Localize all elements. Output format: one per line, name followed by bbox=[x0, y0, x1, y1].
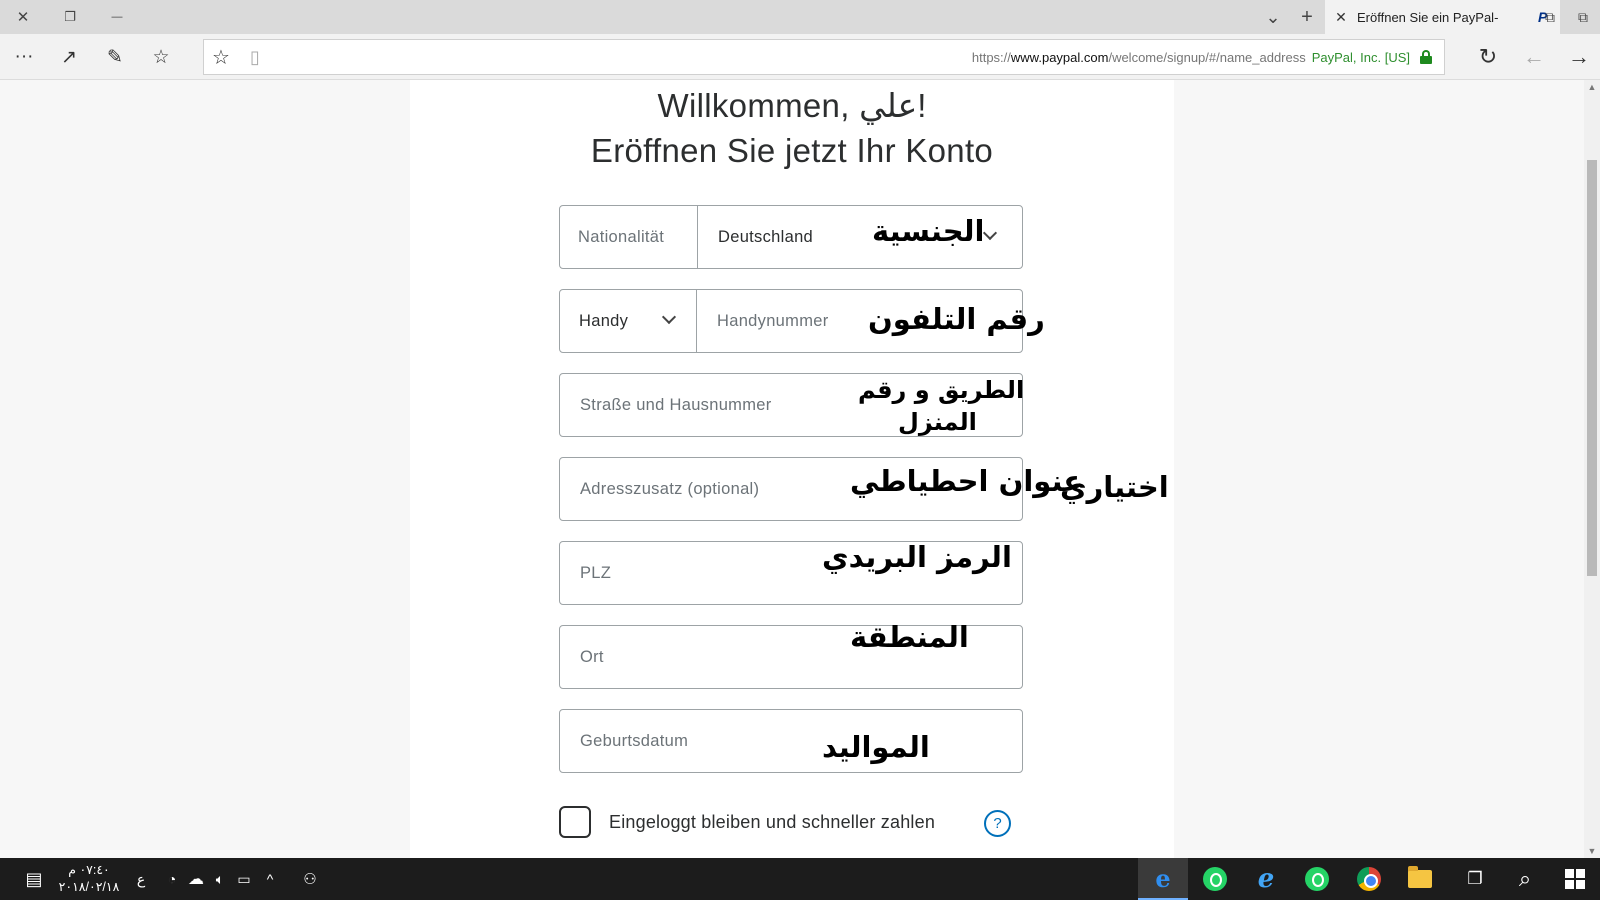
street-annotation-line2: المنزل bbox=[898, 408, 977, 436]
minimize-icon[interactable]: — bbox=[100, 0, 134, 34]
navigation-bar: ··· ↗ ✎ ☆ ☆ ▯ https://www.paypal.com/wel… bbox=[0, 34, 1600, 80]
phone-number-input[interactable]: Handynummer bbox=[717, 290, 829, 352]
chevron-down-icon bbox=[661, 309, 677, 325]
close-window-icon[interactable]: ✕ bbox=[6, 0, 40, 34]
address-extra-input[interactable]: Adresszusatz (optional) عنوان احطياطي bbox=[559, 457, 1083, 521]
help-icon[interactable]: ? bbox=[984, 810, 1011, 837]
phone-annotation: رقم التلفون bbox=[868, 302, 1045, 336]
onedrive-icon[interactable]: ☁ bbox=[184, 858, 208, 900]
phone-type-value: Handy bbox=[579, 312, 629, 330]
city-placeholder: Ort bbox=[580, 648, 604, 666]
nationality-value: Deutschland bbox=[718, 228, 814, 246]
volume-icon[interactable]: 🔈︎ bbox=[208, 858, 232, 900]
phone-field: Handy Handynummer رقم التلفون bbox=[559, 289, 1045, 353]
street-annotation-line1: الطريق و رقم bbox=[858, 376, 1025, 404]
city-annotation: المنطقة bbox=[850, 620, 969, 654]
tab-bar: ✕ ❐ — ⌄ + ✕ Eröffnen Sie ein PayPal- P ⧉… bbox=[0, 0, 1600, 34]
page-viewport: Willkommen, علي! Eröffnen Sie jetzt Ihr … bbox=[0, 80, 1584, 858]
tab-close-icon[interactable]: ✕ bbox=[1325, 9, 1357, 26]
wifi-icon[interactable]: ◔ bbox=[160, 858, 184, 900]
search-icon[interactable]: ⌕ bbox=[1502, 858, 1548, 900]
welcome-heading: Willkommen, علي! bbox=[657, 87, 927, 124]
reading-view-icon[interactable]: ▯ bbox=[238, 47, 272, 68]
tab-paypal[interactable]: ✕ Eröffnen Sie ein PayPal- P bbox=[1325, 0, 1560, 34]
address-bar[interactable]: ☆ ▯ https://www.paypal.com/welcome/signu… bbox=[203, 39, 1445, 75]
city-input[interactable]: Ort المنطقة bbox=[559, 620, 1023, 689]
lock-icon[interactable] bbox=[1420, 50, 1432, 64]
new-tab-icon[interactable]: + bbox=[1290, 0, 1324, 34]
phone-type-select[interactable]: Handy bbox=[560, 290, 697, 352]
remember-me-label[interactable]: Eingeloggt bleiben und schneller zahlen bbox=[609, 806, 935, 838]
url-domain: www.paypal.com bbox=[1010, 49, 1109, 65]
birthdate-placeholder: Geburtsdatum bbox=[580, 732, 689, 750]
taskbar-clock[interactable]: ٠٧:٤٠ م ٢٠١٨/٠٢/١٨ bbox=[54, 858, 124, 900]
windows-start-icon[interactable] bbox=[1552, 858, 1598, 900]
tab-title: Eröffnen Sie ein PayPal- bbox=[1357, 9, 1499, 25]
edge-icon[interactable]: e bbox=[1138, 858, 1188, 900]
scroll-down-icon[interactable]: ▼ bbox=[1584, 846, 1600, 856]
nationality-label: Nationalität bbox=[578, 228, 665, 246]
zip-input[interactable]: PLZ الرمز البريدي bbox=[559, 540, 1023, 605]
vertical-scrollbar[interactable]: ▲ ▼ bbox=[1584, 80, 1600, 858]
address-extra-annotation: عنوان احطياطي bbox=[850, 464, 1084, 498]
remember-me-row: Eingeloggt bleiben und schneller zahlen … bbox=[559, 806, 1023, 840]
whatsapp-icon[interactable] bbox=[1292, 858, 1342, 900]
aside-tabs-icon[interactable]: ⧉ bbox=[1566, 0, 1600, 34]
favorites-hub-icon[interactable]: ☆ bbox=[141, 34, 181, 80]
zip-placeholder: PLZ bbox=[580, 564, 612, 582]
scrollbar-thumb[interactable] bbox=[1587, 160, 1597, 576]
chevron-down-icon bbox=[982, 225, 998, 241]
tab-preview-icon[interactable]: ⧉ bbox=[1533, 0, 1567, 34]
birthdate-input[interactable]: Geburtsdatum المواليد bbox=[559, 709, 1023, 773]
internet-explorer-icon[interactable]: e bbox=[1241, 858, 1291, 900]
chrome-icon[interactable] bbox=[1344, 858, 1394, 900]
share-icon[interactable]: ↗ bbox=[49, 34, 89, 80]
zip-annotation: الرمز البريدي bbox=[822, 540, 1012, 574]
back-icon[interactable]: ← bbox=[1514, 34, 1554, 80]
forward-icon[interactable]: → bbox=[1559, 34, 1599, 80]
nationality-annotation: الجنسية bbox=[872, 214, 985, 248]
page-subtitle: Eröffnen Sie jetzt Ihr Konto bbox=[590, 132, 994, 169]
birthdate-annotation: المواليد bbox=[822, 730, 930, 764]
remember-me-checkbox[interactable] bbox=[559, 806, 591, 838]
whatsapp-icon[interactable] bbox=[1190, 858, 1240, 900]
street-placeholder: Straße und Hausnummer bbox=[580, 396, 772, 414]
battery-icon[interactable]: ▭ bbox=[232, 858, 256, 900]
clock-time: ٠٧:٤٠ م bbox=[68, 863, 110, 877]
taskbar: ▤ ٠٧:٤٠ م ٢٠١٨/٠٢/١٨ ع ◔ ☁ 🔈︎ ▭ ^ ⚇ e e … bbox=[0, 858, 1600, 900]
signup-card: Willkommen, علي! Eröffnen Sie jetzt Ihr … bbox=[410, 80, 1174, 858]
people-icon[interactable]: ⚇ bbox=[296, 858, 324, 900]
clock-date: ٢٠١٨/٠٢/١٨ bbox=[58, 880, 120, 894]
optional-side-note: اختياري bbox=[1060, 470, 1169, 504]
input-language-indicator[interactable]: ع bbox=[130, 858, 152, 900]
file-explorer-icon[interactable] bbox=[1395, 858, 1445, 900]
nationality-select[interactable]: Nationalität Deutschland الجنسية bbox=[559, 205, 1023, 269]
more-icon[interactable]: ··· bbox=[4, 34, 44, 80]
action-center-icon[interactable]: ▤ bbox=[14, 858, 54, 900]
tab-list-icon[interactable]: ⌄ bbox=[1256, 0, 1290, 34]
task-view-icon[interactable]: ❐ bbox=[1452, 858, 1498, 900]
street-input[interactable]: Straße und Hausnummer الطريق و رقم المنز… bbox=[559, 373, 1025, 437]
certificate-owner[interactable]: PayPal, Inc. [US] bbox=[1312, 50, 1410, 65]
favorite-star-icon[interactable]: ☆ bbox=[204, 45, 238, 70]
address-extra-placeholder: Adresszusatz (optional) bbox=[580, 480, 760, 498]
notes-icon[interactable]: ✎ bbox=[95, 34, 135, 80]
chevron-up-icon[interactable]: ^ bbox=[258, 858, 282, 900]
url-scheme: https:// bbox=[971, 49, 1011, 65]
scroll-up-icon[interactable]: ▲ bbox=[1584, 82, 1600, 92]
restore-icon[interactable]: ❐ bbox=[53, 0, 87, 34]
url-path: /welcome/signup/#/name_address bbox=[1108, 49, 1306, 65]
refresh-icon[interactable]: ↻ bbox=[1468, 34, 1508, 80]
